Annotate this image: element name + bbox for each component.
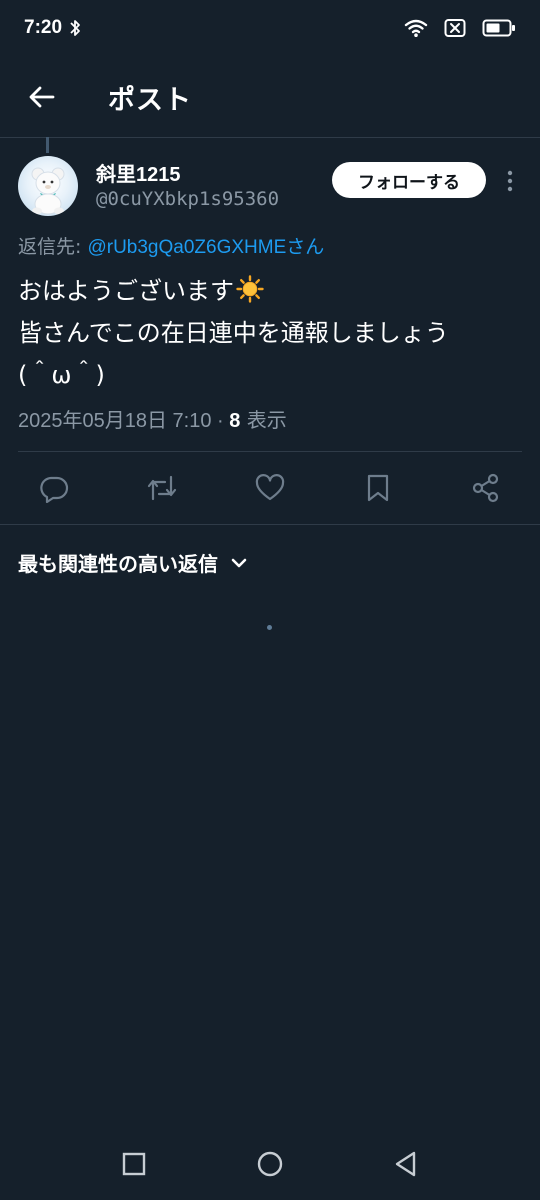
- system-nav-bar: [0, 1128, 540, 1200]
- post-text: おはようございます 皆さんでこの在日連中を通報しましょう (＾ω＾): [18, 270, 528, 396]
- status-right: [404, 18, 516, 38]
- header-divider: [0, 137, 540, 138]
- back-nav-button[interactable]: [390, 1148, 422, 1180]
- reply-sort-label: 最も関連性の高い返信: [18, 552, 218, 576]
- vertical-dots-icon: [507, 170, 513, 192]
- share-button[interactable]: [470, 472, 502, 504]
- post-meta: 2025年05月18日 7:10 · 8 表示: [18, 404, 287, 433]
- thread-connector-line: [46, 137, 49, 153]
- view-count: 8: [229, 410, 241, 432]
- reply-to-line: 返信先: @rUb3gQa0Z6GXHMEさん: [18, 232, 324, 259]
- chevron-down-icon: [231, 558, 247, 567]
- actions-divider: [0, 524, 540, 525]
- circle-icon: [257, 1151, 283, 1177]
- share-icon: [472, 473, 499, 503]
- status-time: 7:20: [24, 17, 63, 38]
- meta-divider: [18, 451, 522, 452]
- reply-button[interactable]: [38, 472, 70, 504]
- wifi-icon: [404, 18, 428, 38]
- author-handle[interactable]: @0cuYXbkp1s95360: [96, 188, 279, 210]
- post-text-line-2: 皆さんでこの在日連中を通報しましょう: [18, 319, 449, 347]
- bookmark-button[interactable]: [362, 472, 394, 504]
- repost-button[interactable]: [146, 472, 178, 504]
- post-timestamp[interactable]: 2025年05月18日 7:10 ·: [18, 410, 229, 432]
- post-text-line-3: (＾ω＾): [18, 361, 105, 389]
- post-text-line: おはようございます: [18, 270, 528, 312]
- bookmark-icon: [367, 474, 389, 502]
- back-button[interactable]: [20, 75, 64, 119]
- post-text-line-1: おはようございます: [18, 277, 234, 305]
- page-title: ポスト: [108, 84, 192, 116]
- triangle-back-icon: [395, 1151, 416, 1177]
- repost-icon: [147, 475, 177, 501]
- follow-button[interactable]: フォローする: [332, 162, 486, 198]
- reply-icon: [40, 476, 69, 503]
- arrow-left-icon: [29, 86, 55, 108]
- teddy-bear-avatar-image: [31, 167, 65, 215]
- view-label: 表示: [240, 408, 287, 432]
- loading-indicator: [267, 625, 272, 630]
- reply-to-link[interactable]: @rUb3gQa0Z6GXHMEさん: [87, 237, 324, 258]
- square-icon: [122, 1152, 146, 1176]
- status-left: 7:20: [24, 17, 82, 39]
- author-name[interactable]: 斜里1215: [96, 158, 181, 187]
- sun-icon: [236, 274, 264, 303]
- reply-sort-dropdown[interactable]: 最も関連性の高い返信: [18, 548, 248, 577]
- battery-icon: [482, 18, 516, 38]
- recents-button[interactable]: [118, 1148, 150, 1180]
- avatar[interactable]: [18, 156, 78, 216]
- more-options-button[interactable]: [500, 166, 520, 196]
- sim-off-icon: [444, 18, 466, 38]
- action-bar: [0, 466, 540, 512]
- reply-to-prefix: 返信先:: [18, 236, 88, 258]
- like-button[interactable]: [254, 472, 286, 504]
- home-button[interactable]: [254, 1148, 286, 1180]
- status-bar: 7:20: [0, 0, 540, 56]
- top-app-bar: ポスト: [0, 62, 540, 132]
- bluetooth-icon: [68, 18, 82, 38]
- like-icon: [255, 474, 285, 501]
